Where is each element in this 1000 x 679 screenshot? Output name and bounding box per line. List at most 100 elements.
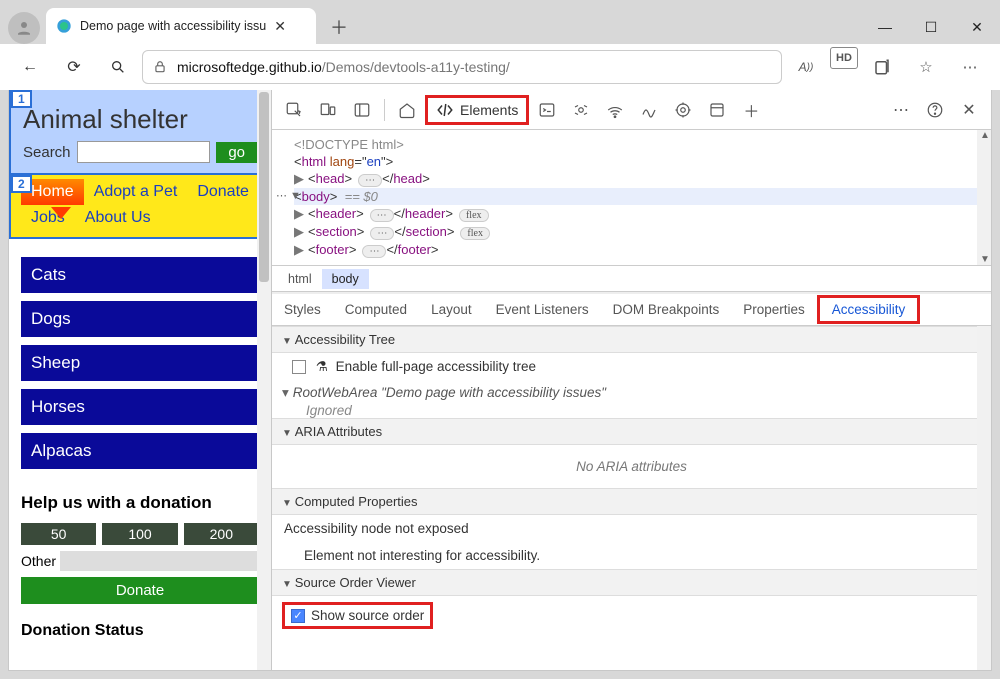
side-tabs: Styles Computed Layout Event Listeners D…: [272, 292, 991, 326]
performance-icon[interactable]: [633, 94, 665, 126]
console-icon[interactable]: [531, 94, 563, 126]
help-icon[interactable]: [919, 94, 951, 126]
refresh-button[interactable]: ⟳: [54, 47, 94, 87]
page-nav: 2 Home Adopt a Pet Donate Jobs About Us: [9, 175, 271, 239]
search-label: Search: [23, 144, 71, 161]
dom-tree[interactable]: <!DOCTYPE html> <html lang="en"> ▶<head>…: [272, 130, 991, 266]
devtools-pane: Elements ＋ ⋯ ✕ <!DOCTYPE html> <html lan…: [271, 90, 991, 670]
dom-scrollbar[interactable]: ▲▼: [977, 130, 991, 265]
devtools-more-icon[interactable]: ⋯: [885, 94, 917, 126]
more-tabs-icon[interactable]: ＋: [735, 94, 767, 126]
tab-event-listeners[interactable]: Event Listeners: [484, 296, 601, 323]
dom-html[interactable]: <html lang="en">: [294, 153, 985, 170]
page-header: 1 Animal shelter Search go: [9, 90, 271, 175]
inspect-icon[interactable]: [278, 94, 310, 126]
source-order-viewer-head[interactable]: Source Order Viewer: [272, 569, 991, 596]
window-maximize[interactable]: ☐: [908, 10, 954, 44]
devtools-toolbar: Elements ＋ ⋯ ✕: [272, 90, 991, 130]
source-order-badge-1: 1: [11, 90, 32, 108]
application-icon[interactable]: [701, 94, 733, 126]
window-minimize[interactable]: ―: [862, 10, 908, 44]
dom-head[interactable]: ▶<head>⋯</head>: [294, 170, 985, 188]
url-text: microsoftedge.github.io/Demos/devtools-a…: [177, 59, 510, 75]
donate-button[interactable]: Donate: [21, 577, 259, 604]
tab-dom-breakpoints[interactable]: DOM Breakpoints: [601, 296, 732, 323]
tab-accessibility[interactable]: Accessibility: [817, 295, 921, 324]
dom-footer[interactable]: ▶<footer>⋯</footer>: [294, 241, 985, 259]
titlebar: Demo page with accessibility issu ✕ ＋ ― …: [0, 0, 1000, 44]
donate-amount-100[interactable]: 100: [102, 523, 177, 545]
browser-toolbar: ← ⟳ microsoftedge.github.io/Demos/devtoo…: [0, 44, 1000, 90]
donate-other-label: Other: [21, 553, 56, 569]
dom-breadcrumbs: html body: [272, 266, 991, 292]
fullpage-checkbox[interactable]: [292, 360, 306, 374]
a11y-tree-ignored: Ignored: [272, 403, 991, 418]
window-close[interactable]: ✕: [954, 10, 1000, 44]
dom-doctype: <!DOCTYPE html>: [294, 136, 985, 153]
edge-favicon: [56, 18, 72, 34]
go-button[interactable]: go: [216, 142, 257, 163]
crumb-body[interactable]: body: [322, 269, 369, 289]
page-pane: 1 Animal shelter Search go 2 Home Adopt …: [9, 90, 271, 670]
sources-icon[interactable]: [565, 94, 597, 126]
crumb-html[interactable]: html: [278, 269, 322, 289]
donate-heading: Help us with a donation: [21, 493, 259, 513]
source-order-badge-2: 2: [11, 175, 32, 193]
a11y-scrollbar[interactable]: [977, 326, 991, 670]
nav-about[interactable]: About Us: [75, 205, 161, 231]
hd-icon[interactable]: HD: [830, 47, 858, 69]
nav-adopt[interactable]: Adopt a Pet: [84, 179, 188, 205]
favorite-icon[interactable]: ☆: [906, 47, 946, 87]
dom-body-selected[interactable]: <body> == $0: [294, 188, 985, 205]
tab-layout[interactable]: Layout: [419, 296, 484, 323]
category-alpacas[interactable]: Alpacas: [21, 433, 259, 469]
fullpage-tree-row[interactable]: ⚗ Enable full-page accessibility tree: [272, 353, 991, 381]
accessibility-tree-head[interactable]: Accessibility Tree: [272, 326, 991, 353]
nav-donate[interactable]: Donate: [187, 179, 259, 205]
profile-avatar[interactable]: [8, 12, 40, 44]
dom-header[interactable]: ▶<header>⋯</header>flex: [294, 205, 985, 223]
tab-title: Demo page with accessibility issu: [80, 19, 266, 33]
tab-properties[interactable]: Properties: [731, 296, 817, 323]
category-horses[interactable]: Horses: [21, 389, 259, 425]
show-source-order-label: Show source order: [311, 608, 424, 623]
category-sheep[interactable]: Sheep: [21, 345, 259, 381]
device-icon[interactable]: [312, 94, 344, 126]
collections-icon[interactable]: [862, 47, 902, 87]
not-interesting-text: Element not interesting for accessibilit…: [272, 542, 991, 569]
welcome-icon[interactable]: [391, 94, 423, 126]
lock-icon: [153, 60, 167, 74]
nav-pointer-icon: [51, 207, 71, 219]
not-exposed-text: Accessibility node not exposed: [272, 515, 991, 542]
dom-section[interactable]: ▶<section>⋯</section>flex: [294, 223, 985, 241]
donate-amount-50[interactable]: 50: [21, 523, 96, 545]
search-input[interactable]: [77, 141, 211, 163]
tab-styles[interactable]: Styles: [272, 296, 333, 323]
page-scrollbar[interactable]: [257, 90, 271, 670]
aria-attributes-head[interactable]: ARIA Attributes: [272, 418, 991, 445]
new-tab-button[interactable]: ＋: [322, 10, 356, 44]
computed-properties-head[interactable]: Computed Properties: [272, 488, 991, 515]
category-cats[interactable]: Cats: [21, 257, 259, 293]
a11y-tree-root[interactable]: ▾RootWebArea "Demo page with accessibili…: [272, 381, 991, 403]
donate-other-input[interactable]: [60, 551, 259, 571]
search-button[interactable]: [98, 47, 138, 87]
donate-amount-200[interactable]: 200: [184, 523, 259, 545]
elements-tab[interactable]: Elements: [425, 95, 529, 125]
read-aloud-icon[interactable]: A)): [786, 47, 826, 87]
browser-tab[interactable]: Demo page with accessibility issu ✕: [46, 8, 316, 44]
tab-computed[interactable]: Computed: [333, 296, 419, 323]
page-title: Animal shelter: [23, 104, 257, 135]
more-icon[interactable]: ⋯: [950, 47, 990, 87]
network-icon[interactable]: [599, 94, 631, 126]
panel-icon[interactable]: [346, 94, 378, 126]
address-bar[interactable]: microsoftedge.github.io/Demos/devtools-a…: [142, 50, 782, 84]
memory-icon[interactable]: [667, 94, 699, 126]
show-source-order-group[interactable]: ✓ Show source order: [282, 602, 433, 629]
devtools-close-icon[interactable]: ✕: [953, 94, 985, 126]
category-dogs[interactable]: Dogs: [21, 301, 259, 337]
show-source-order-checkbox[interactable]: ✓: [291, 609, 305, 623]
tab-close-icon[interactable]: ✕: [274, 18, 286, 35]
back-button[interactable]: ←: [10, 47, 50, 87]
accessibility-panel: Accessibility Tree ⚗ Enable full-page ac…: [272, 326, 991, 670]
